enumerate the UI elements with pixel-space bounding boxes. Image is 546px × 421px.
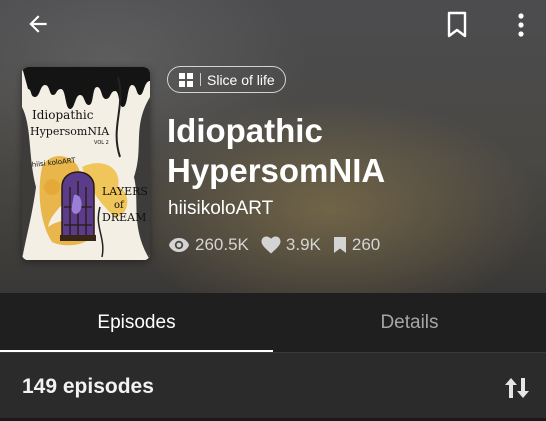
likes-count: 3.9K <box>285 235 321 254</box>
bookmark-button[interactable] <box>442 8 472 42</box>
chip-divider <box>200 73 201 86</box>
bookmarks-stat: 260 <box>333 235 380 255</box>
cover-title-line2: HypersomNIA <box>30 125 110 138</box>
genre-chip[interactable]: Slice of life <box>167 66 286 93</box>
views-count: 260.5K <box>195 235 249 254</box>
arrow-left-icon <box>29 15 47 33</box>
eye-icon <box>169 238 189 252</box>
sort-button[interactable] <box>500 373 534 403</box>
bookmark-icon <box>333 237 346 253</box>
series-author[interactable]: hiisikoloART <box>168 198 273 220</box>
tab-details[interactable]: Details <box>273 293 546 353</box>
cover-subtitle-2: of <box>114 200 125 211</box>
genre-label: Slice of life <box>207 71 275 88</box>
grid-icon <box>179 72 193 87</box>
cover-subtitle-1: LAYERS <box>102 185 148 198</box>
sort-arrows-icon <box>505 378 529 398</box>
series-header: Idiopathic HypersomNIA VOL 2 hiisi koloA… <box>0 0 546 293</box>
likes-stat: 3.9K <box>261 235 321 255</box>
series-title: Idiopathic HypersomNIA <box>167 112 386 189</box>
bookmark-outline-icon <box>447 11 467 38</box>
cover-volume: VOL 2 <box>94 140 109 146</box>
series-stats: 260.5K 3.9K 260 <box>168 234 392 256</box>
back-button[interactable] <box>22 8 54 40</box>
cover-illustration: Idiopathic HypersomNIA VOL 2 hiisi koloA… <box>22 67 150 260</box>
views-stat: 260.5K <box>168 235 249 255</box>
heart-icon <box>261 236 281 254</box>
more-vertical-icon <box>518 13 524 37</box>
episodes-header: 149 episodes <box>0 353 546 421</box>
cover-title-line1: Idiopathic <box>32 108 94 122</box>
series-cover-image: Idiopathic HypersomNIA VOL 2 hiisi koloA… <box>22 67 150 260</box>
cover-subtitle-3: DREAM <box>102 211 146 224</box>
bookmarks-count: 260 <box>351 235 381 254</box>
tab-bar: Episodes Details <box>0 293 546 353</box>
episode-count: 149 episodes <box>22 375 154 398</box>
more-options-button[interactable] <box>508 8 534 42</box>
tab-episodes[interactable]: Episodes <box>0 293 273 353</box>
top-app-bar <box>0 0 546 50</box>
